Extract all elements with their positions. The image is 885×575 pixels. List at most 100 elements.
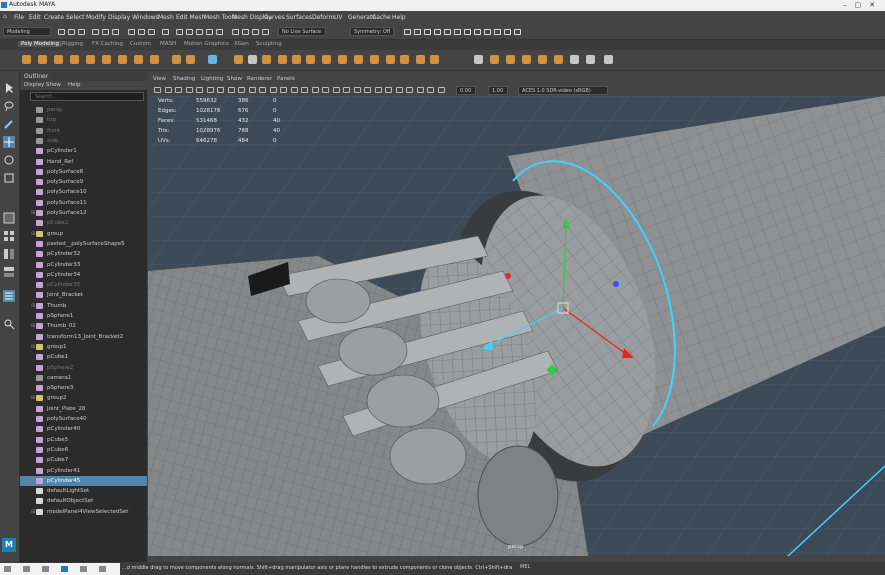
lasso-tool-icon[interactable] [3,100,15,112]
status-tool-icon[interactable] [216,29,223,35]
viewport-tool-icon[interactable] [248,87,256,93]
outliner-item[interactable]: pCube7 [20,455,147,465]
sphere-icon[interactable] [22,55,31,64]
combine-icon[interactable] [234,55,243,64]
svg-icon[interactable] [208,55,217,64]
outliner-item[interactable]: pCube2 [20,218,147,228]
viewport-tool-icon[interactable] [196,87,203,93]
status-tool-icon[interactable] [434,29,441,35]
menu-curves[interactable]: Curves [264,14,285,21]
outliner-item[interactable]: defaultLightSet [20,486,147,496]
disc-icon[interactable] [118,55,127,64]
outliner-item[interactable]: front [20,126,147,136]
status-tool-icon[interactable] [494,29,501,35]
plane-icon[interactable] [102,55,111,64]
status-tool-icon[interactable] [454,29,461,35]
menu-deform[interactable]: Deform [312,14,334,21]
status-tool-icon[interactable] [444,29,451,35]
outliner-item[interactable]: pCylinder32 [20,249,147,259]
outliner-item[interactable]: ⊞ group1 [20,342,147,352]
shelf-tab-mash[interactable]: MASH [160,41,176,47]
outliner-item[interactable]: ⊞ Thumb [20,301,147,311]
outliner-item[interactable]: pCylinder34 [20,270,147,280]
gamma-field[interactable]: 1.00 [488,86,508,95]
viewport-tool-icon[interactable] [343,87,350,93]
torus-icon[interactable] [86,55,95,64]
outliner-item[interactable]: pSphere2 [20,363,147,373]
shelf-tab-rigging[interactable]: Rigging [62,41,83,47]
status-tool-icon[interactable] [186,29,193,35]
status-tool-icon[interactable] [162,29,169,35]
status-tool-icon[interactable] [138,29,145,35]
menu-edit-mesh[interactable]: Edit Mesh [176,14,205,21]
outliner-item[interactable]: ⊞ Thumb_02 [20,321,147,331]
viewport-menu-panels[interactable]: Panels [277,76,295,82]
status-tool-icon[interactable] [68,29,75,35]
viewport-menu-renderer[interactable]: Renderer [247,76,272,82]
status-tool-icon[interactable] [148,29,155,35]
layout-side-icon[interactable] [3,248,15,260]
menu-uv[interactable]: UV [334,14,343,21]
separate-icon[interactable] [248,55,257,64]
status-tool-icon[interactable] [464,29,471,35]
viewport-tool-icon[interactable] [406,87,413,93]
auto-uv-icon[interactable] [506,55,515,64]
taskbar-app-icon[interactable] [4,566,11,572]
outliner-item[interactable]: pCylinder1 [20,146,147,156]
viewport-tool-icon[interactable] [322,87,329,93]
mode-dropdown[interactable]: Modeling [3,27,51,36]
3d-viewport[interactable]: Verts: 559632 386 0 Edges: 1028176 676 0 Faces: 5… [148,96,885,556]
taskbar-app-icon[interactable] [99,566,106,572]
status-tool-icon[interactable] [242,29,249,35]
cut-uv-icon[interactable] [522,55,531,64]
fill-hole-icon[interactable] [354,55,363,64]
outliner-item[interactable]: pCylinder45 [20,475,147,486]
viewport-tool-icon[interactable] [238,87,245,93]
outliner-item[interactable]: side [20,136,147,146]
viewport-menu-show[interactable]: Show [227,76,242,82]
status-tool-icon[interactable] [58,29,65,35]
outliner-menu-show[interactable]: Show [46,82,61,88]
menu-mesh[interactable]: Mesh [158,14,174,21]
menu-help[interactable]: Help [392,14,406,21]
viewport-tool-icon[interactable] [154,87,161,93]
helix-icon[interactable] [150,55,159,64]
outliner-item[interactable]: transform13_Joint_Bracket2 [20,332,147,342]
outliner-item[interactable]: ⊞ modelPanel4ViewSelectedSet [20,507,147,517]
status-tool-icon[interactable] [504,29,511,35]
layout-stack-icon[interactable] [3,266,15,278]
unfold-icon[interactable] [554,55,563,64]
viewport-tool-icon[interactable] [269,87,277,93]
viewport-tool-icon[interactable] [374,87,382,93]
expand-icon[interactable]: ⊞ [31,321,35,331]
outliner-item[interactable]: Joint_Bracket [20,290,147,300]
cone-icon[interactable] [70,55,79,64]
window-controls[interactable]: –▢✕ [843,1,883,9]
shelf-tab-motion-graphics[interactable]: Motion Graphics [184,41,229,47]
move-tool-icon[interactable] [3,136,15,148]
text-icon[interactable] [186,55,195,64]
status-tool-icon[interactable] [514,29,521,35]
viewport-tool-icon[interactable] [164,87,172,93]
viewport-menu-shading[interactable]: Shading [173,76,195,82]
scale-tool-icon[interactable] [3,172,15,184]
viewport-tool-icon[interactable] [280,87,287,93]
taskbar-app-icon[interactable] [80,566,87,572]
maya-m-icon[interactable]: M [2,538,16,552]
viewport-tool-icon[interactable] [364,87,371,93]
symmetry-dropdown[interactable]: Symmetry: Off [350,27,394,36]
outliner-item[interactable]: pCube5 [20,435,147,445]
viewport-tool-icon[interactable] [175,87,182,93]
shelf-tab-fx-caching[interactable]: FX Caching [92,41,123,47]
viewport-tool-icon[interactable] [311,87,319,93]
status-tool-icon[interactable] [252,29,259,35]
viewport-tool-icon[interactable] [227,87,235,93]
outliner-layout-icon[interactable] [3,290,15,302]
layout-four-icon[interactable] [3,230,15,242]
outliner-item[interactable]: Joint_Plate_28 [20,404,147,414]
super-shape-icon[interactable] [172,55,181,64]
viewport-tool-icon[interactable] [217,87,224,93]
outliner-item[interactable]: polySurface8 [20,167,147,177]
outliner-item[interactable]: Hand_Ref [20,157,147,167]
target-weld-icon[interactable] [400,55,409,64]
